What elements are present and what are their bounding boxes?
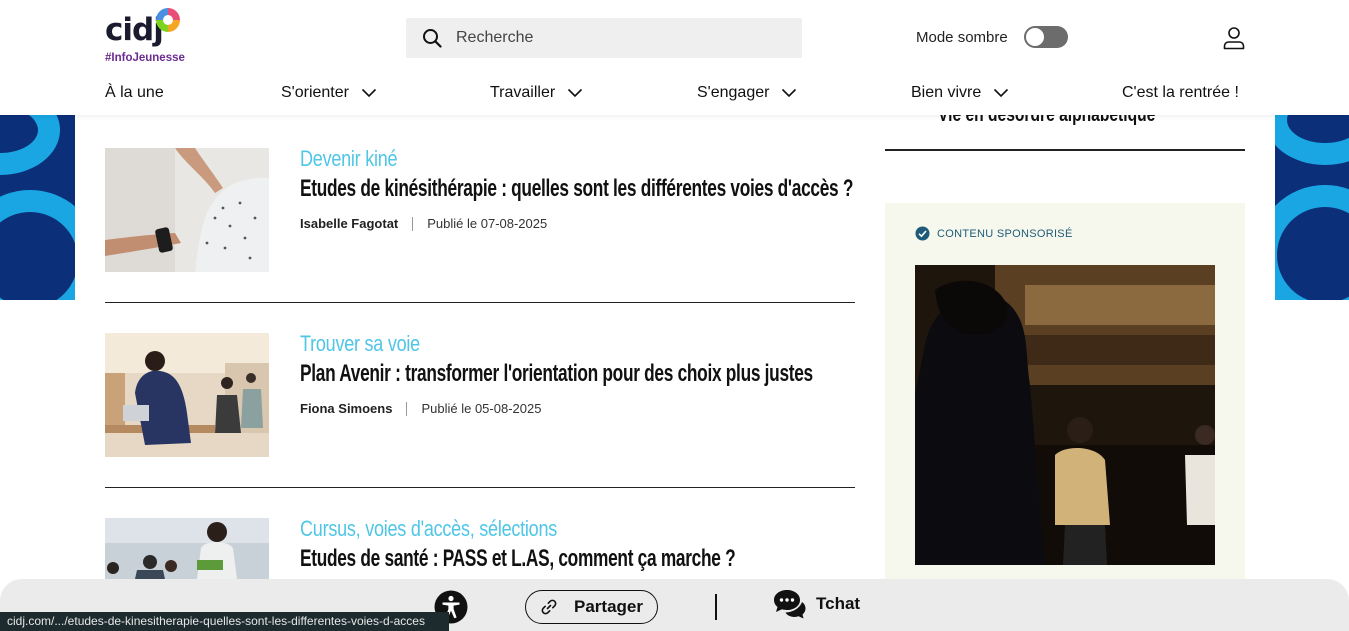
sponsored-image[interactable]	[915, 265, 1215, 565]
search-input[interactable]: Recherche	[456, 29, 533, 47]
theater-photo	[915, 265, 1215, 565]
logo-text: cidj	[105, 12, 164, 48]
students-class-photo	[105, 518, 269, 579]
article-divider	[105, 302, 855, 303]
nav-item-label: Travailler	[490, 84, 556, 101]
chat-button[interactable]: Tchat	[772, 588, 860, 620]
article-category[interactable]: Trouver sa voie	[300, 331, 420, 357]
nav-item-bien-vivre[interactable]: Bien vivre	[911, 84, 1009, 102]
sponsored-content[interactable]: CONTENU SPONSORISÉ	[885, 203, 1245, 603]
meta-separator	[412, 216, 414, 231]
toggle-knob	[1025, 28, 1044, 46]
article-author: Fiona Simoens	[300, 401, 393, 416]
meta-separator	[406, 401, 408, 416]
article-thumbnail-health[interactable]	[105, 518, 269, 579]
physio-photo	[105, 148, 269, 272]
chat-bubbles-icon	[774, 590, 806, 619]
article-category[interactable]: Cursus, voies d'accès, sélections	[300, 516, 557, 542]
site-header: cidj #InfoJeunesse Recherche Mode sombre…	[0, 0, 1349, 115]
nav-item-a-la-une[interactable]: À la une	[105, 84, 164, 102]
search-icon	[423, 29, 442, 48]
article-thumbnail-student[interactable]	[105, 333, 269, 457]
user-account-icon[interactable]	[1222, 26, 1246, 50]
cidj-logo[interactable]: cidj #InfoJeunesse	[105, 8, 195, 68]
student-photo	[105, 333, 269, 457]
nav-item-label: Bien vivre	[911, 84, 982, 101]
article-title[interactable]: Plan Avenir : transformer l'orientation …	[300, 360, 813, 388]
share-label: Partager	[574, 597, 643, 616]
check-badge-icon	[915, 226, 930, 241]
share-button[interactable]: Partager	[525, 590, 658, 624]
left-decoration	[0, 115, 75, 300]
nav-item-travailler[interactable]: Travailler	[490, 84, 583, 102]
article-title[interactable]: Etudes de santé : PASS et L.AS, comment …	[300, 545, 736, 573]
article-meta: Fiona Simoens Publié le 05-08-2025	[300, 401, 541, 416]
nav-item-s-orienter[interactable]: S'orienter	[281, 84, 377, 102]
nav-item-label: S'engager	[697, 84, 770, 101]
article-card[interactable]: Devenir kiné Etudes de kinésithérapie : …	[105, 146, 855, 272]
sponsored-label: CONTENU SPONSORISÉ	[937, 227, 1073, 240]
chat-label: Tchat	[816, 594, 861, 613]
dark-mode-toggle[interactable]	[1023, 26, 1068, 48]
dark-mode-label: Mode sombre	[916, 28, 1008, 46]
bar-separator	[715, 594, 717, 620]
search-bar[interactable]: Recherche	[406, 18, 802, 58]
sponsored-tag: CONTENU SPONSORISÉ	[915, 226, 1073, 241]
dark-mode-control: Mode sombre	[916, 26, 1068, 48]
article-card[interactable]: Trouver sa voie Plan Avenir : transforme…	[105, 331, 855, 457]
article-thumbnail-physio[interactable]	[105, 148, 269, 272]
status-bar-url: cidj.com/.../etudes-de-kinesitherapie-qu…	[0, 612, 449, 631]
article-meta: Isabelle Fagotat Publié le 07-08-2025	[300, 216, 547, 231]
chevron-down-icon	[568, 88, 583, 98]
chevron-down-icon	[361, 88, 377, 98]
nav-item-label: C'est la rentrée !	[1122, 84, 1239, 101]
chevron-down-icon	[782, 88, 797, 98]
article-divider	[105, 487, 855, 488]
chevron-down-icon	[994, 88, 1009, 98]
logo-mark-icon	[156, 8, 180, 32]
nav-item-c-est-la-rentree[interactable]: C'est la rentrée !	[1122, 84, 1239, 102]
article-category[interactable]: Devenir kiné	[300, 146, 398, 172]
nav-item-s-engager[interactable]: S'engager	[697, 84, 797, 102]
article-title[interactable]: Etudes de kinésithérapie : quelles sont …	[300, 175, 853, 203]
article-card[interactable]: Cursus, voies d'accès, sélections Etudes…	[105, 516, 855, 579]
nav-item-label: S'orienter	[281, 84, 349, 101]
main-nav: À la une S'orienter Travailler S'engager…	[0, 84, 1349, 108]
link-icon	[541, 599, 557, 615]
right-decoration	[1275, 115, 1349, 300]
article-date: Publié le 07-08-2025	[427, 216, 548, 231]
logo-tagline: #InfoJeunesse	[105, 52, 185, 64]
article-author: Isabelle Fagotat	[300, 216, 399, 231]
article-date: Publié le 05-08-2025	[421, 401, 542, 416]
sidebar-divider	[885, 149, 1245, 151]
nav-item-label: À la une	[105, 84, 164, 101]
